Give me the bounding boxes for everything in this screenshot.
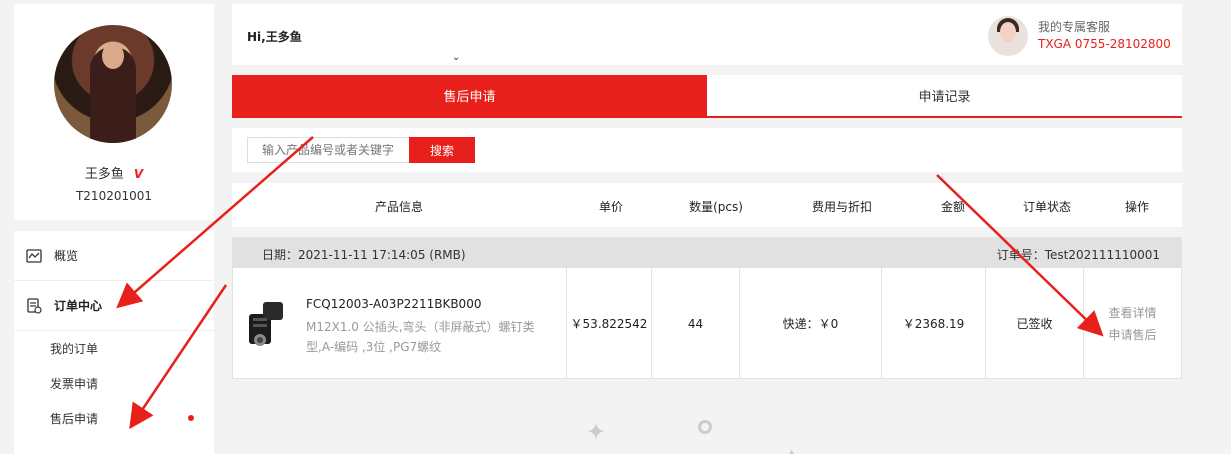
order-status: 已签收 [985,268,1083,379]
product-image[interactable] [243,296,287,350]
order-header: 日期：2021-11-11 17:14:05 (RMB) 订单号：Test202… [233,238,1181,268]
tab-bar: 售后申请 申请记录 [232,75,1182,118]
ring-icon [698,420,712,434]
view-details-link[interactable]: 查看详情 [1108,302,1156,324]
table-header: 产品信息 单价 数量(pcs) 费用与折扣 金额 订单状态 操作 [232,183,1182,227]
quantity: 44 [651,268,739,379]
order-number: 订单号：Test202111110001 [996,248,1160,262]
avatar[interactable] [54,25,172,143]
profile-card: 王多鱼 V T210201001 [14,4,214,220]
vip-badge-icon: V [133,167,144,181]
col-action: 操作 [1124,200,1150,214]
col-status: 订单状态 [1022,200,1072,214]
submenu-label: 售后申请 [50,412,99,426]
side-menu: 概览 订单中心 我的订单 发票申请 售后申请 [14,231,214,454]
search-button[interactable]: 搜索 [409,137,475,163]
col-product: 产品信息 [374,200,424,214]
submenu-invoice[interactable]: 发票申请 [14,366,214,401]
top-bar: Hi,王多鱼 ⌄ 我的专属客服 TXGA 0755-28102800 [232,4,1182,65]
submenu-label: 我的订单 [50,342,99,356]
tab-after-sales-apply[interactable]: 售后申请 [232,75,707,116]
search-input[interactable] [247,137,410,163]
order-icon [25,297,43,314]
username-row: 王多鱼 V [14,163,214,182]
product-code[interactable]: FCQ12003-A03P2211BKB000 [306,297,481,311]
col-amount: 金额 [940,200,966,214]
col-quantity: 数量(pcs) [689,200,743,214]
tab-apply-records[interactable]: 申请记录 [707,75,1182,116]
greeting: Hi,王多鱼 [247,30,302,44]
order-date: 日期：2021-11-11 17:14:05 (RMB) [262,248,466,262]
unit-price: ￥53.822542 [566,268,651,379]
submenu-after-sales[interactable]: 售后申请 [14,401,214,436]
menu-label-order-center: 订单中心 [54,299,103,313]
product-description: M12X1.0 公插头,弯头（非屏蔽式）螺钉类型,A-编码 ,3位 ,PG7螺纹 [306,320,535,354]
service-avatar-face [1000,22,1016,42]
active-dot-icon [188,415,194,421]
small-sparkle-icon: ▲ [787,446,797,454]
menu-label-overview: 概览 [54,249,79,263]
chevron-down-icon[interactable]: ⌄ [452,52,460,63]
table-row: FCQ12003-A03P2211BKB000 M12X1.0 公插头,弯头（非… [233,268,1181,379]
sidebar: 王多鱼 V T210201001 概览 订单中心 我的订单 发票申请 售后申请 [14,4,214,454]
apply-after-sales-link[interactable]: 申请售后 [1108,324,1156,346]
user-id: T210201001 [75,189,153,203]
chart-icon [25,248,43,264]
username: 王多鱼 [84,167,124,182]
submenu-my-orders[interactable]: 我的订单 [14,331,214,366]
search-bar: 搜索 [232,128,1182,172]
service-title: 我的专属客服 [1038,20,1111,34]
submenu-label: 发票申请 [50,377,99,391]
menu-item-order-center[interactable]: 订单中心 [14,281,214,331]
sparkle-icon: ✦ [586,418,607,446]
service-avatar [988,16,1028,56]
col-unit-price: 单价 [598,200,624,214]
order-card: 日期：2021-11-11 17:14:05 (RMB) 订单号：Test202… [232,237,1182,379]
operations: 查看详情 申请售后 [1083,268,1181,379]
col-fee: 费用与折扣 [811,200,873,214]
menu-item-overview[interactable]: 概览 [14,231,214,281]
amount: ￥2368.19 [881,268,985,379]
service-contact[interactable]: TXGA 0755-28102800 [1038,37,1171,51]
fee: 快递：￥0 [739,268,881,379]
avatar-face [102,43,124,69]
